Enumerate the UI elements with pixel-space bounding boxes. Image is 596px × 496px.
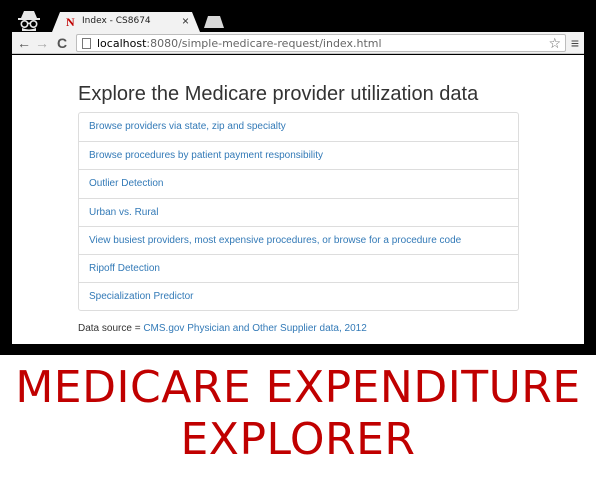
incognito-icon (18, 11, 40, 31)
list-item-browse-providers[interactable]: Browse providers via state, zip and spec… (79, 113, 518, 141)
url-host: localhost (97, 37, 147, 50)
list-item-busiest-providers[interactable]: View busiest providers, most expensive p… (79, 225, 518, 254)
page-icon (82, 38, 91, 49)
list-item-browse-procedures[interactable]: Browse procedures by patient payment res… (79, 141, 518, 169)
caption-line-1: MEDICARE EXPENDITURE (15, 362, 581, 413)
page-title: Explore the Medicare provider utilizatio… (78, 83, 479, 105)
list-item-specialization-predictor[interactable]: Specialization Predictor (79, 282, 518, 310)
tab-index[interactable]: N Index - CS8674 × (52, 12, 200, 32)
menu-icon[interactable]: ≡ (568, 35, 582, 51)
caption-title: MEDICARE EXPENDITURE EXPLORER (0, 362, 596, 466)
link-list: Browse providers via state, zip and spec… (78, 112, 519, 312)
address-bar[interactable]: localhost:8080/simple-medicare-request/i… (76, 34, 566, 52)
tab-title: Index - CS8674 (82, 16, 151, 26)
tab-strip: N Index - CS8674 × (12, 8, 584, 32)
data-source-label: Data source = (78, 323, 144, 334)
bookmark-star-icon[interactable]: ☆ (548, 35, 561, 51)
list-item-ripoff-detection[interactable]: Ripoff Detection (79, 253, 518, 282)
url-path: :8080/simple-medicare-request/index.html (146, 37, 382, 50)
list-item-outlier-detection[interactable]: Outlier Detection (79, 169, 518, 197)
close-icon[interactable]: × (182, 14, 189, 28)
page-viewport: Explore the Medicare provider utilizatio… (12, 55, 584, 344)
data-source-note: Data source = CMS.gov Physician and Othe… (78, 323, 367, 334)
data-source-link[interactable]: CMS.gov Physician and Other Supplier dat… (143, 323, 366, 334)
forward-arrow-icon[interactable]: → (34, 35, 50, 51)
browser-toolbar: ← → C localhost:8080/simple-medicare-req… (12, 32, 584, 54)
new-tab-button[interactable] (204, 16, 224, 28)
favicon-icon: N (66, 15, 75, 29)
list-item-urban-vs-rural[interactable]: Urban vs. Rural (79, 197, 518, 226)
caption-line-2: EXPLORER (180, 414, 416, 465)
back-arrow-icon[interactable]: ← (16, 35, 32, 51)
reload-icon[interactable]: C (54, 35, 70, 51)
browser-frame: N Index - CS8674 × ← → C localhost:8080/… (0, 0, 596, 355)
url-text[interactable]: localhost:8080/simple-medicare-request/i… (97, 37, 382, 50)
